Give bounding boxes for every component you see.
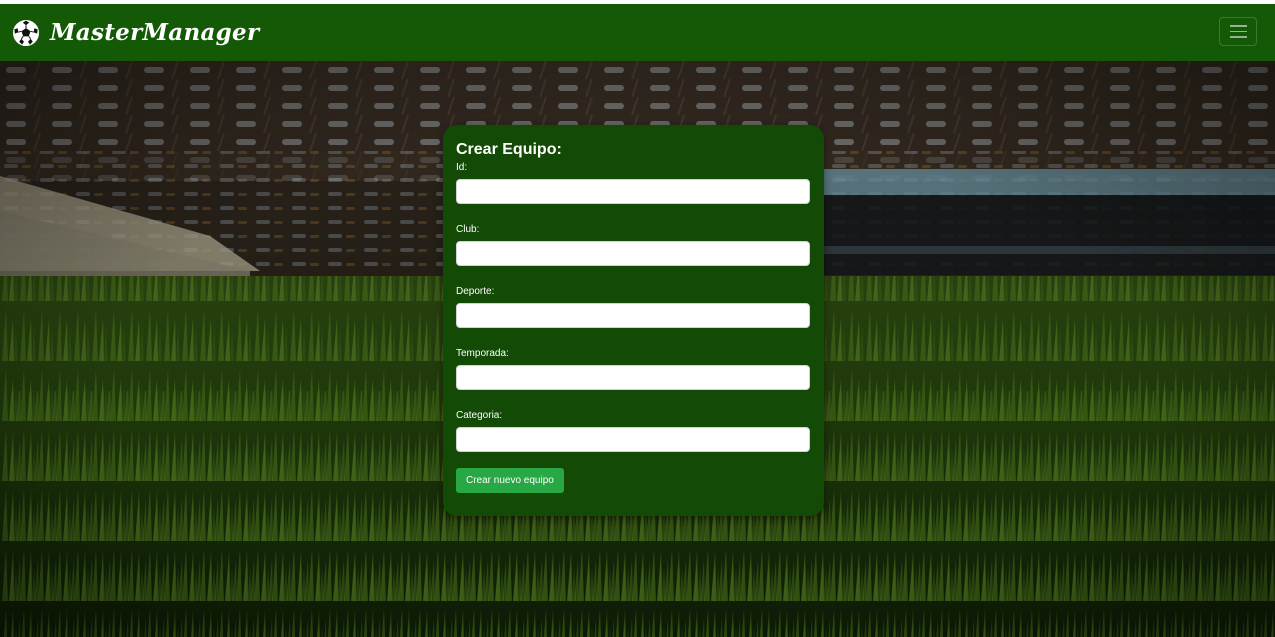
deporte-input[interactable] [456, 303, 810, 328]
hamburger-menu-icon-bar [1229, 36, 1247, 38]
categoria-label: Categoria: [456, 410, 503, 421]
navbar-toggler-button[interactable] [1219, 17, 1257, 46]
create-team-button[interactable]: Crear nuevo equipo [456, 468, 564, 493]
temporada-label: Temporada: [456, 348, 509, 359]
soccer-ball-icon [13, 19, 39, 46]
categoria-input[interactable] [456, 427, 810, 452]
club-label: Club: [456, 224, 480, 235]
club-input[interactable] [456, 241, 810, 266]
id-label: Id: [456, 162, 468, 173]
id-input[interactable] [456, 179, 810, 204]
page: MasterManager Crear Equipo: Id: Club: De… [0, 0, 1275, 637]
temporada-input[interactable] [456, 365, 810, 390]
deporte-label: Deporte: [456, 286, 495, 297]
form-actions: Crear nuevo equipo [456, 468, 811, 493]
brand-name: MasterManager [50, 19, 260, 46]
form-title: Crear Equipo: [456, 141, 562, 158]
hamburger-menu-icon [1229, 25, 1247, 27]
brand-link[interactable]: MasterManager [12, 19, 259, 47]
create-team-form: Crear Equipo: Id: Club: Deporte: Tempora… [443, 125, 824, 516]
hamburger-menu-icon-bar [1229, 30, 1247, 33]
field-id: Id: [456, 161, 811, 204]
field-temporada: Temporada: [456, 347, 811, 390]
field-club: Club: [456, 223, 811, 266]
navbar: MasterManager [0, 4, 1275, 61]
field-categoria: Categoria: [456, 409, 811, 452]
field-deporte: Deporte: [456, 285, 811, 328]
